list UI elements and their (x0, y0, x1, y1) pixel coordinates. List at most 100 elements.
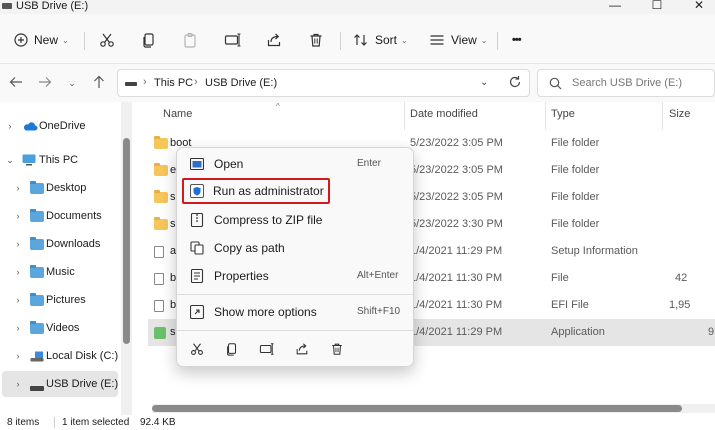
menu-item-label: Compress to ZIP file (214, 213, 323, 227)
search-box[interactable]: Search USB Drive (E:) (537, 69, 715, 97)
sidebar-item-this-pc[interactable]: ⌄ This PC (0, 147, 120, 173)
menu-item-label: Show more options (214, 305, 317, 319)
horizontal-scrollbar[interactable] (152, 404, 715, 413)
expand-chevron-icon[interactable]: › (14, 379, 22, 389)
share-button[interactable] (266, 27, 282, 53)
sidebar-item-pictures[interactable]: › Pictures (0, 287, 120, 313)
paste-button[interactable] (182, 27, 198, 53)
cut-icon[interactable] (188, 340, 206, 358)
copy-button[interactable] (141, 27, 157, 53)
sidebar-item-usb-drive[interactable]: › USB Drive (E:) (2, 371, 118, 397)
sidebar-item-desktop[interactable]: › Desktop (0, 175, 120, 201)
expand-chevron-icon[interactable]: › (14, 211, 22, 221)
file-type: EFI File (551, 299, 589, 311)
drive-icon (2, 3, 12, 9)
scrollbar-thumb[interactable] (123, 138, 130, 344)
column-divider[interactable] (662, 102, 663, 130)
sidebar-item-onedrive[interactable]: › OneDrive (0, 113, 120, 139)
cut-button[interactable] (99, 27, 115, 53)
scrollbar-thumb[interactable] (152, 405, 682, 412)
address-bar[interactable]: › This PC › USB Drive (E:) ⌄ (117, 69, 530, 97)
sidebar-item-label: Downloads (46, 238, 101, 250)
sort-button[interactable]: Sort ⌄ (353, 27, 408, 53)
file-date: 1/4/2021 11:29 PM (410, 326, 503, 338)
command-bar: New ⌄ Sort ⌄ View ⌄ ••• (0, 14, 715, 64)
copy-icon[interactable] (223, 340, 241, 358)
menu-item-shortcut: Shift+F10 (357, 306, 401, 317)
share-icon[interactable] (293, 340, 311, 358)
folder-icon (154, 217, 168, 230)
sidebar-scrollbar[interactable] (121, 102, 132, 415)
sidebar-item-local-disk[interactable]: › Local Disk (C:) (0, 343, 120, 369)
view-button[interactable]: View ⌄ (429, 27, 488, 53)
file-date: 1/4/2021 11:30 PM (410, 299, 503, 311)
file-date: 1/4/2021 11:30 PM (410, 272, 503, 284)
collapse-chevron-icon[interactable]: ⌄ (6, 155, 14, 166)
new-button[interactable]: New ⌄ (14, 27, 69, 53)
expand-chevron-icon[interactable]: › (14, 267, 22, 277)
folder-icon (30, 181, 44, 194)
expand-chevron-icon[interactable]: › (14, 323, 22, 333)
delete-button[interactable] (308, 27, 324, 53)
column-header-size[interactable]: Size (669, 108, 690, 120)
navigation-bar: ⌄ › This PC › USB Drive (E:) ⌄ Search US… (0, 64, 715, 102)
expand-chevron-icon[interactable]: › (14, 351, 22, 361)
more-options-button[interactable]: ••• (512, 27, 522, 53)
expand-chevron-icon[interactable]: › (6, 121, 14, 131)
expand-chevron-icon[interactable]: › (14, 239, 22, 249)
sort-label: Sort (375, 33, 398, 47)
menu-item-shortcut: Enter (357, 158, 381, 169)
cloud-icon (22, 121, 38, 134)
column-header-date-modified[interactable]: Date modified (410, 108, 478, 120)
close-button[interactable]: ✕ (684, 0, 714, 12)
menu-item-properties[interactable]: Properties Alt+Enter (183, 263, 409, 289)
sidebar-item-label: Desktop (46, 182, 87, 194)
menu-item-open[interactable]: Open Enter (183, 151, 409, 177)
up-button[interactable] (89, 74, 109, 92)
column-header-name[interactable]: Name (163, 108, 192, 120)
column-header-type[interactable]: Type (551, 108, 575, 120)
trash-icon[interactable] (328, 340, 346, 358)
menu-item-show-more-options[interactable]: Show more options Shift+F10 (183, 299, 409, 325)
arrow-up-icon (93, 75, 105, 92)
sidebar-item-downloads[interactable]: › Downloads (0, 231, 120, 257)
menu-item-compress-zip[interactable]: Compress to ZIP file (183, 207, 409, 233)
arrow-right-icon (38, 76, 52, 91)
context-menu: Open Enter Run as administrator Compress… (176, 147, 414, 367)
rename-button[interactable] (224, 27, 242, 53)
address-dropdown-icon[interactable]: ⌄ (480, 77, 488, 88)
back-button[interactable] (6, 74, 26, 92)
column-divider[interactable] (404, 102, 405, 130)
sidebar-item-label: Pictures (46, 294, 86, 306)
breadcrumb-usb-drive[interactable]: USB Drive (E:) (205, 77, 277, 89)
file-type: File (551, 272, 569, 284)
chevron-down-icon: ⌄ (480, 35, 488, 45)
sidebar-item-videos[interactable]: › Videos (0, 315, 120, 341)
menu-item-copy-as-path[interactable]: Copy as path (183, 235, 409, 261)
minimize-button[interactable]: — (600, 0, 630, 12)
sidebar-item-documents[interactable]: › Documents (0, 203, 120, 229)
maximize-button[interactable]: ☐ (642, 0, 672, 12)
file-type: Setup Information (551, 245, 638, 257)
toolbar-divider (340, 32, 341, 50)
expand-chevron-icon[interactable]: › (14, 295, 22, 305)
menu-item-run-as-administrator[interactable]: Run as administrator (182, 178, 330, 204)
folder-icon (30, 321, 44, 334)
menu-item-shortcut: Alt+Enter (357, 270, 399, 281)
file-type: Application (551, 326, 605, 338)
drive-icon (125, 82, 137, 86)
sidebar-item-label: OneDrive (39, 120, 86, 132)
expand-chevron-icon[interactable]: › (14, 183, 22, 193)
rename-icon[interactable] (258, 340, 276, 358)
refresh-icon[interactable] (508, 75, 522, 92)
recent-locations-button[interactable]: ⌄ (62, 74, 82, 92)
toolbar-divider (497, 32, 498, 50)
column-divider[interactable] (545, 102, 546, 130)
file-date: 1/4/2021 11:29 PM (410, 245, 503, 257)
file-size: 1,95 (669, 299, 691, 311)
sidebar-item-music[interactable]: › Music (0, 259, 120, 285)
breadcrumb-this-pc[interactable]: This PC (154, 77, 193, 89)
folder-icon (154, 136, 168, 149)
forward-button[interactable] (35, 74, 55, 92)
properties-icon (189, 269, 205, 283)
